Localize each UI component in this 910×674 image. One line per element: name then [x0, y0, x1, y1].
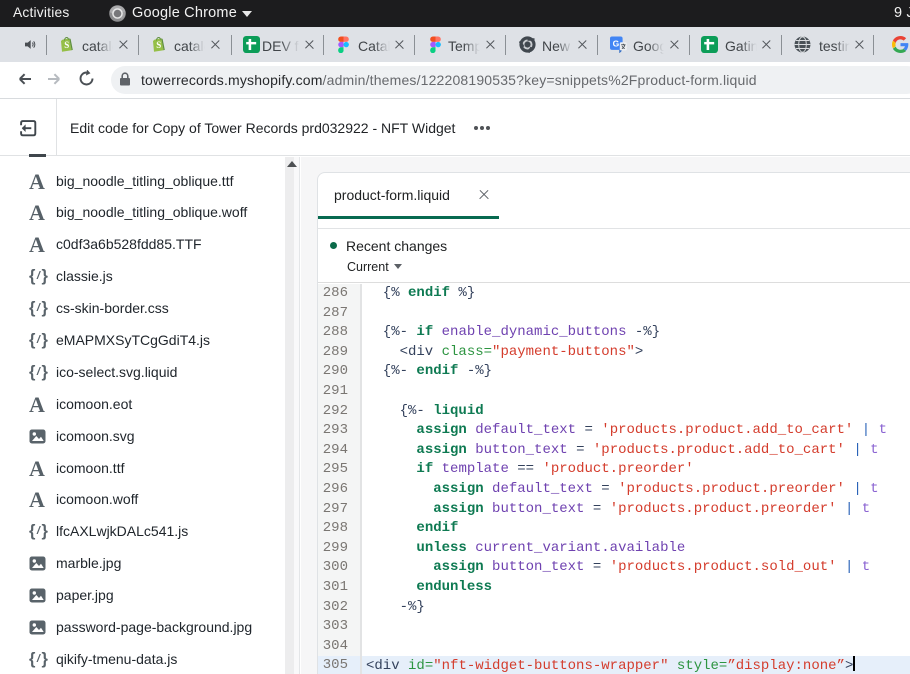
- svg-text:S: S: [156, 40, 161, 50]
- svg-text:S: S: [64, 40, 69, 50]
- svg-text:G: G: [613, 39, 620, 49]
